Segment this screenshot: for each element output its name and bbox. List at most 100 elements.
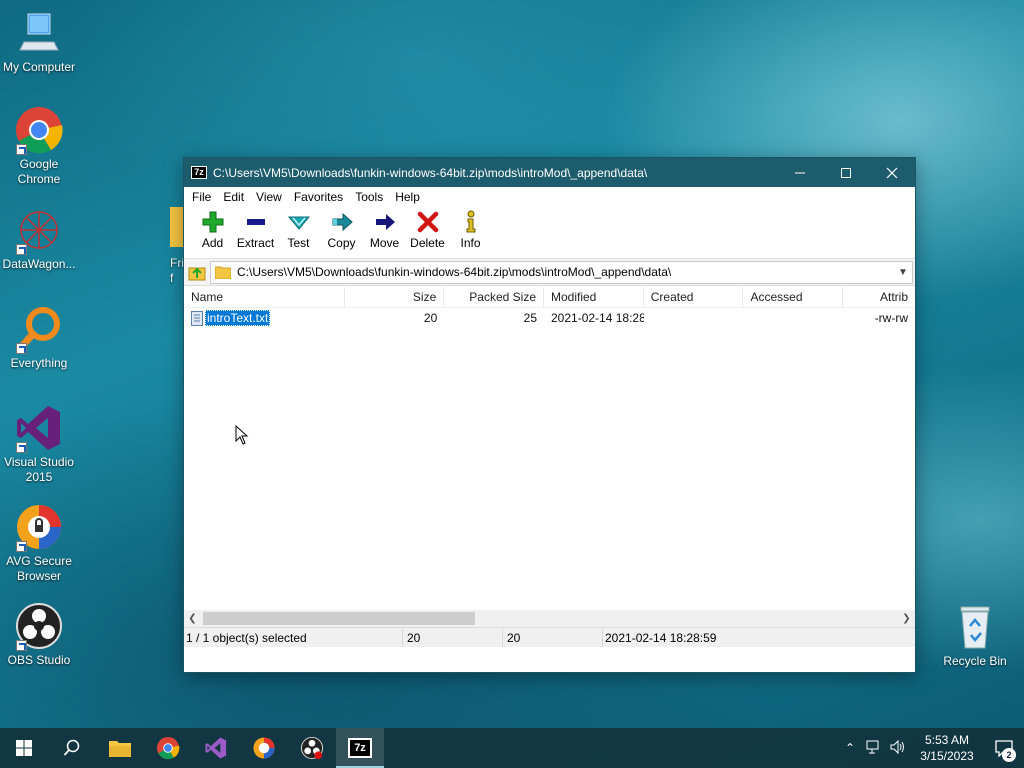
desktop-icon-my-computer[interactable]: My Computer: [0, 8, 78, 75]
column-size[interactable]: Size: [345, 286, 445, 307]
title-bar[interactable]: 7z C:\Users\VM5\Downloads\funkin-windows…: [184, 158, 915, 187]
network-icon[interactable]: [862, 740, 886, 757]
menu-tools[interactable]: Tools: [349, 190, 389, 204]
taskbar-obs-studio[interactable]: [288, 728, 336, 768]
datawagon-icon: [14, 205, 64, 255]
close-icon: [886, 167, 898, 178]
folder-icon: [215, 266, 231, 279]
extract-label: Extract: [236, 236, 275, 250]
desktop-icon-datawagon[interactable]: DataWagon...: [0, 205, 78, 272]
desktop-icon-google-chrome[interactable]: Google Chrome: [0, 105, 78, 187]
visual-studio-icon: [14, 403, 64, 453]
horizontal-scrollbar[interactable]: ❮ ❯: [184, 610, 915, 627]
extract-button[interactable]: Extract: [234, 207, 277, 250]
chevron-up-icon[interactable]: ⌃: [838, 741, 862, 755]
menu-edit[interactable]: Edit: [217, 190, 250, 204]
windows-icon: [16, 740, 32, 756]
scrollbar-track[interactable]: [201, 612, 898, 625]
search-button[interactable]: [48, 728, 96, 768]
system-tray: ⌃ 5:53 AM 3/15/2023 2: [838, 728, 1024, 768]
desktop-icon-label: AVG Secure Browser: [6, 554, 72, 583]
maximize-button[interactable]: [823, 158, 869, 187]
file-list-header: Name Size Packed Size Modified Created A…: [184, 286, 915, 308]
computer-icon: [14, 8, 64, 58]
toolbar: Add Extract Test Copy Move Delete Info: [184, 207, 915, 259]
table-row[interactable]: introText.txt 20 25 2021-02-14 18:28 -rw…: [184, 308, 915, 328]
menu-bar: File Edit View Favorites Tools Help: [184, 187, 915, 207]
desktop-icon-obs-studio[interactable]: OBS Studio: [0, 601, 78, 668]
7zip-icon: 7z: [348, 738, 372, 758]
delete-icon: [417, 211, 438, 233]
up-folder-button[interactable]: [184, 261, 210, 283]
column-attributes[interactable]: Attrib: [843, 287, 915, 307]
status-packed: 20: [503, 628, 603, 647]
info-label: Info: [460, 236, 481, 250]
taskbar-chrome[interactable]: [144, 728, 192, 768]
move-label: Move: [369, 236, 400, 250]
7zip-window: 7z C:\Users\VM5\Downloads\funkin-windows…: [183, 157, 916, 673]
close-button[interactable]: [869, 158, 915, 187]
file-list[interactable]: Name Size Packed Size Modified Created A…: [184, 286, 915, 627]
desktop-icon-label: Everything: [10, 356, 68, 370]
scroll-left-icon[interactable]: ❮: [184, 613, 201, 624]
address-field[interactable]: C:\Users\VM5\Downloads\funkin-windows-64…: [210, 260, 913, 284]
add-button[interactable]: Add: [191, 207, 234, 250]
notification-count-badge: 2: [1002, 748, 1016, 762]
desktop-icon-everything[interactable]: Everything: [0, 304, 78, 371]
copy-button[interactable]: Copy: [320, 207, 363, 250]
column-packed-size[interactable]: Packed Size: [444, 286, 544, 307]
taskbar-visual-studio[interactable]: [192, 728, 240, 768]
menu-view[interactable]: View: [250, 190, 288, 204]
test-icon: [287, 216, 310, 230]
file-size: 20: [423, 311, 438, 325]
desktop-icon-visual-studio[interactable]: Visual Studio 2015: [0, 403, 78, 485]
column-modified[interactable]: Modified: [544, 286, 644, 307]
info-icon: [466, 210, 475, 233]
avg-browser-icon: [14, 502, 64, 552]
notifications-button[interactable]: 2: [984, 728, 1024, 768]
menu-favorites[interactable]: Favorites: [288, 190, 349, 204]
minimize-button[interactable]: [777, 158, 823, 187]
clock[interactable]: 5:53 AM 3/15/2023: [910, 732, 984, 764]
menu-file[interactable]: File: [186, 190, 217, 204]
address-bar: C:\Users\VM5\Downloads\funkin-windows-64…: [184, 259, 915, 286]
move-button[interactable]: Move: [363, 207, 406, 250]
address-path: C:\Users\VM5\Downloads\funkin-windows-64…: [237, 265, 672, 279]
status-size: 20: [403, 628, 503, 647]
start-button[interactable]: [0, 728, 48, 768]
copy-label: Copy: [327, 236, 356, 250]
menu-help[interactable]: Help: [389, 190, 426, 204]
folder-icon: [170, 207, 184, 247]
desktop-icon-avg-browser[interactable]: AVG Secure Browser: [0, 502, 78, 584]
desktop-icon-label: Visual Studio 2015: [4, 455, 74, 484]
desktop-icon-label: My Computer: [2, 60, 76, 74]
desktop-icon-label: OBS Studio: [7, 653, 71, 667]
clock-date: 3/15/2023: [920, 749, 974, 763]
desktop-icon-recycle-bin[interactable]: Recycle Bin: [936, 602, 1014, 669]
add-icon: [202, 211, 223, 233]
partial-desktop-folder[interactable]: Frid f: [170, 207, 184, 287]
info-button[interactable]: Info: [449, 207, 492, 250]
taskbar: 7z ⌃ 5:53 AM 3/15/2023 2: [0, 728, 1024, 768]
status-selection: 1 / 1 object(s) selected: [184, 628, 403, 647]
taskbar-avg-browser[interactable]: [240, 728, 288, 768]
up-folder-icon: [188, 267, 206, 281]
file-explorer-icon: [109, 741, 131, 757]
scrollbar-thumb[interactable]: [203, 612, 475, 625]
mouse-cursor-icon: [235, 425, 249, 445]
test-button[interactable]: Test: [277, 207, 320, 250]
taskbar-7zip[interactable]: 7z: [336, 728, 384, 768]
scroll-right-icon[interactable]: ❯: [898, 613, 915, 624]
taskbar-file-explorer[interactable]: [96, 728, 144, 768]
column-accessed[interactable]: Accessed: [743, 286, 844, 307]
delete-label: Delete: [410, 236, 445, 250]
volume-icon[interactable]: [886, 739, 910, 757]
column-created[interactable]: Created: [644, 286, 744, 307]
chevron-down-icon[interactable]: ▼: [894, 267, 912, 278]
chrome-icon: [14, 105, 64, 155]
window-title: C:\Users\VM5\Downloads\funkin-windows-64…: [213, 165, 648, 180]
file-name-cell: introText.txt: [184, 310, 345, 326]
delete-button[interactable]: Delete: [406, 207, 449, 250]
column-name[interactable]: Name: [184, 286, 345, 307]
extract-icon: [246, 219, 265, 225]
